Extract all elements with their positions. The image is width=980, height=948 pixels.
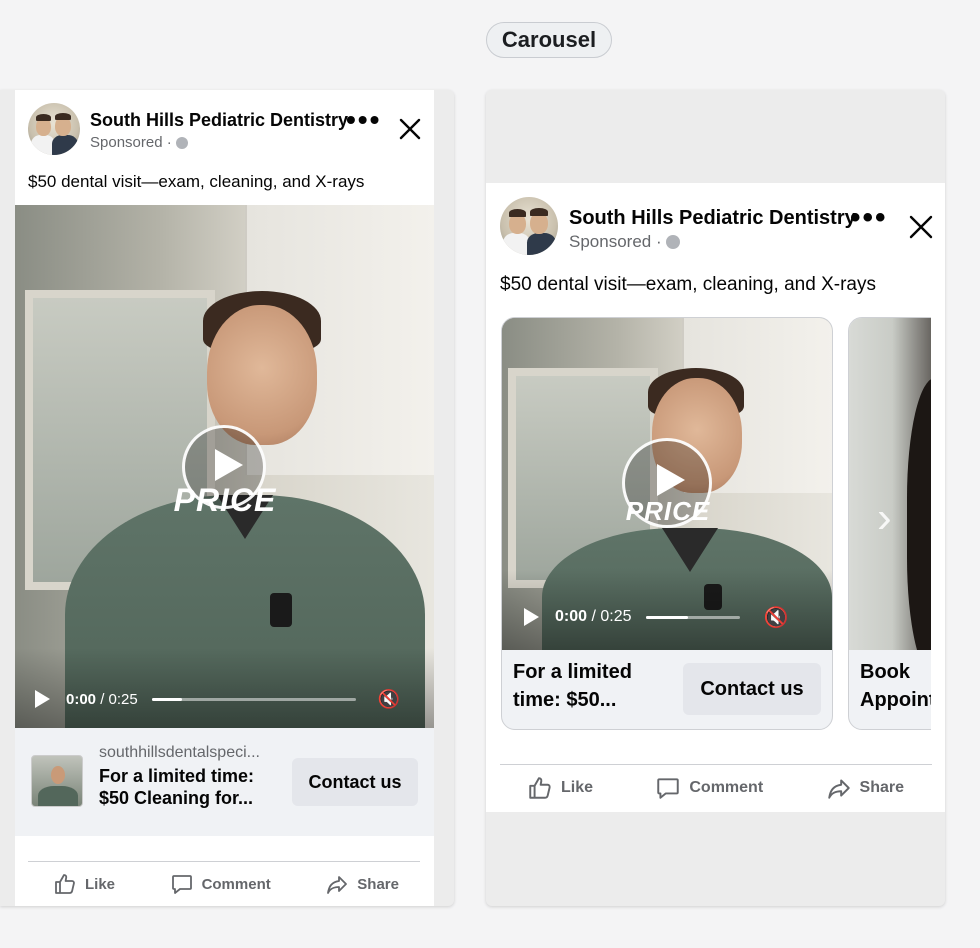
post-caption: $50 dental visit—exam, cleaning, and X-r…	[500, 274, 876, 295]
video-overlay-text: PRICE	[625, 496, 711, 526]
duration: / 0:25	[100, 690, 138, 708]
carousel-card-headline: Book Appoint	[860, 661, 931, 711]
actions-divider	[500, 764, 932, 765]
actions-divider	[28, 861, 420, 862]
share-button[interactable]: Share	[325, 872, 399, 896]
post-actions: Like Comment Share	[53, 870, 399, 898]
duration: / 0:25	[591, 608, 632, 625]
comment-label: Comment	[689, 779, 764, 796]
share-label: Share	[859, 779, 904, 796]
feed-post: South Hills Pediatric Dentistry Sponsore…	[15, 90, 434, 906]
more-options-icon[interactable]: •••	[346, 106, 381, 134]
cta-strip[interactable]: southhillsdentalspeci... For a limited t…	[15, 728, 434, 836]
video-progress-fill	[645, 615, 688, 619]
comment-button[interactable]: Comment	[655, 775, 763, 801]
comment-icon	[657, 778, 680, 799]
cta-headline: For a limited time: $50 Cleaning for...	[99, 766, 255, 808]
comment-button[interactable]: Comment	[170, 872, 271, 896]
like-label: Like	[561, 779, 594, 796]
cta-thumbnail	[31, 755, 83, 807]
page-name[interactable]: South Hills Pediatric Dentistry	[569, 207, 856, 230]
video-progress-bar[interactable]	[645, 615, 740, 619]
cta-domain: southhillsdentalspeci...	[99, 744, 260, 761]
ad-preview-left: South Hills Pediatric Dentistry Sponsore…	[0, 90, 454, 906]
video-player[interactable]: PRICE 0:00 / 0:25 🔇	[15, 205, 434, 728]
thumbs-up-icon	[55, 874, 75, 894]
thumbs-up-icon	[529, 777, 551, 799]
carousel-card[interactable]: PRICE 0:00 / 0:25 🔇 For a limited time:	[501, 317, 833, 730]
carousel-card-headline: For a limited time: $50...	[513, 661, 632, 711]
video-progress-fill	[151, 697, 183, 701]
share-label: Share	[357, 875, 399, 893]
globe-icon	[665, 235, 680, 249]
video-timestamp: 0:00 / 0:25	[555, 608, 632, 626]
video-controls: 0:00 / 0:25 🔇	[35, 688, 415, 710]
carousel-section-label: Carousel	[486, 22, 612, 58]
video-controls: 0:00 / 0:25 🔇	[524, 605, 824, 630]
video-progress-bar[interactable]	[151, 697, 356, 701]
post-caption: $50 dental visit—exam, cleaning, and X-r…	[28, 172, 365, 191]
play-icon[interactable]	[35, 690, 50, 708]
contact-us-button[interactable]: Contact us	[292, 758, 418, 806]
comment-label: Comment	[201, 875, 271, 893]
post-actions: Like Comment Share	[527, 773, 904, 803]
ad-preview-right: South Hills Pediatric Dentistry Sponsore…	[486, 90, 945, 906]
like-label: Like	[85, 875, 116, 893]
video-overlay-text: PRICE	[173, 482, 277, 518]
comment-icon	[171, 875, 192, 894]
sponsored-text: Sponsored ·	[569, 232, 662, 251]
sponsored-text: Sponsored ·	[90, 134, 172, 151]
play-icon[interactable]	[524, 608, 539, 626]
page-avatar[interactable]	[500, 197, 558, 255]
contact-us-button[interactable]: Contact us	[683, 663, 821, 715]
carousel-card-image	[849, 318, 931, 650]
carousel[interactable]: PRICE 0:00 / 0:25 🔇 For a limited time:	[501, 317, 931, 731]
page-avatar[interactable]	[28, 103, 80, 155]
sponsored-label: Sponsored ·	[90, 134, 188, 151]
share-icon	[327, 876, 348, 894]
like-button[interactable]: Like	[53, 872, 115, 896]
like-button[interactable]: Like	[527, 775, 593, 801]
mute-icon[interactable]: 🔇	[378, 689, 400, 710]
share-icon	[827, 779, 850, 799]
close-icon[interactable]	[909, 215, 933, 239]
current-time: 0:00	[66, 690, 97, 708]
mute-icon[interactable]: 🔇	[764, 605, 789, 630]
chevron-right-icon[interactable]: ›	[877, 493, 892, 543]
more-options-icon[interactable]: •••	[850, 203, 888, 233]
current-time: 0:00	[555, 608, 588, 625]
video-timestamp: 0:00 / 0:25	[66, 691, 138, 708]
video-player[interactable]: PRICE 0:00 / 0:25 🔇	[502, 318, 832, 650]
feed-post: South Hills Pediatric Dentistry Sponsore…	[486, 183, 945, 812]
page-name[interactable]: South Hills Pediatric Dentistry	[90, 110, 348, 131]
globe-icon	[175, 136, 188, 149]
sponsored-label: Sponsored ·	[569, 232, 680, 252]
share-button[interactable]: Share	[826, 775, 904, 801]
close-icon[interactable]	[399, 118, 421, 140]
